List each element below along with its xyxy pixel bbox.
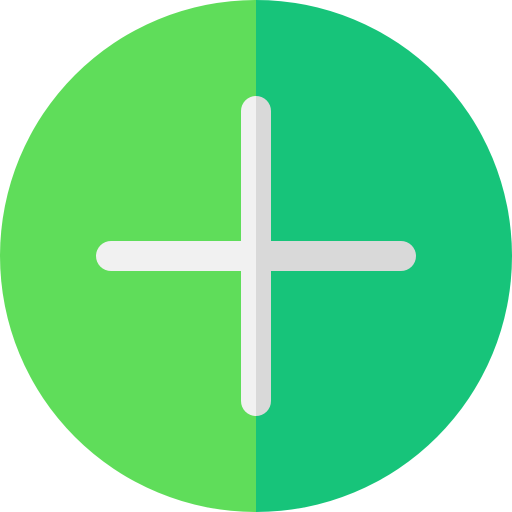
plus-horizontal-right xyxy=(256,241,416,271)
plus-horizontal-left xyxy=(96,241,256,271)
plus-vertical-left xyxy=(241,96,256,416)
plus-circle-icon xyxy=(0,0,512,512)
add-button[interactable] xyxy=(0,0,512,512)
plus-vertical-right xyxy=(256,96,271,416)
